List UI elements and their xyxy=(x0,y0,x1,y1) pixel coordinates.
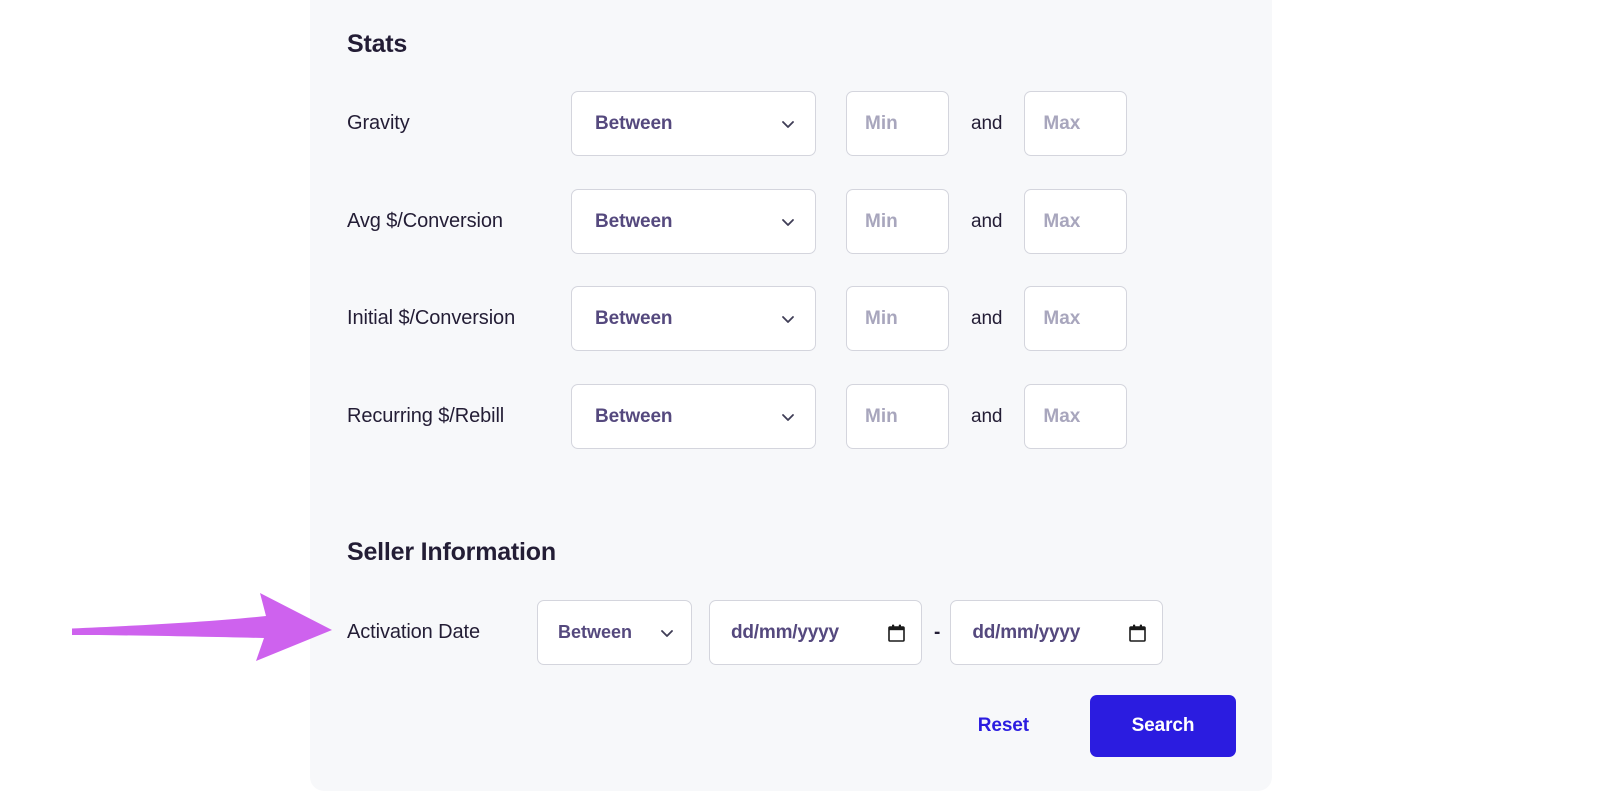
date-range-separator: - xyxy=(934,621,941,643)
stat-label-avg-conversion: Avg $/Conversion xyxy=(347,210,503,232)
reset-button[interactable]: Reset xyxy=(954,701,1053,751)
and-label: and xyxy=(971,210,1003,232)
stats-section-heading: Stats xyxy=(347,30,408,58)
min-input-initial-conversion-wrapper[interactable] xyxy=(846,286,949,351)
operator-select-gravity[interactable]: Between xyxy=(571,91,816,156)
activation-date-row: Activation Date Between dd/mm/yyyy - dd/… xyxy=(347,600,1164,665)
and-label: and xyxy=(971,405,1003,427)
operator-select-initial-conversion[interactable]: Between xyxy=(571,286,816,351)
stat-label-recurring-rebill: Recurring $/Rebill xyxy=(347,405,505,427)
min-input-recurring-rebill[interactable] xyxy=(865,405,930,428)
end-date-placeholder: dd/mm/yyyy xyxy=(972,621,1081,643)
min-input-initial-conversion[interactable] xyxy=(865,307,930,330)
and-label: and xyxy=(971,112,1003,134)
max-input-initial-conversion[interactable] xyxy=(1043,307,1109,330)
max-input-gravity[interactable] xyxy=(1043,112,1109,135)
max-input-recurring-rebill[interactable] xyxy=(1043,405,1109,428)
chevron-down-icon xyxy=(657,623,677,643)
operator-value: Between xyxy=(595,112,673,134)
operator-value: Between xyxy=(595,210,673,232)
annotation-arrow xyxy=(70,585,336,665)
max-input-initial-conversion-wrapper[interactable] xyxy=(1024,286,1128,351)
calendar-icon[interactable] xyxy=(1129,624,1147,642)
chevron-down-icon xyxy=(778,212,798,232)
min-input-gravity[interactable] xyxy=(865,112,930,135)
operator-value: Between xyxy=(595,405,673,427)
max-input-recurring-rebill-wrapper[interactable] xyxy=(1024,384,1128,449)
seller-information-section-heading: Seller Information xyxy=(347,538,556,566)
and-label: and xyxy=(971,307,1003,329)
activation-date-label: Activation Date xyxy=(347,621,481,643)
activation-date-operator-select[interactable]: Between xyxy=(537,600,692,665)
chevron-down-icon xyxy=(778,407,798,427)
max-input-gravity-wrapper[interactable] xyxy=(1024,91,1128,156)
min-input-avg-conversion-wrapper[interactable] xyxy=(846,189,949,254)
stat-label-initial-conversion: Initial $/Conversion xyxy=(347,307,516,329)
min-input-avg-conversion[interactable] xyxy=(865,210,930,233)
operator-value: Between xyxy=(595,307,673,329)
operator-value: Between xyxy=(558,622,633,642)
activation-date-start-input[interactable]: dd/mm/yyyy xyxy=(709,600,922,665)
operator-select-recurring-rebill[interactable]: Between xyxy=(571,384,816,449)
max-input-avg-conversion-wrapper[interactable] xyxy=(1024,189,1128,254)
stat-row-avg-conversion: Avg $/Conversion Between and xyxy=(347,189,1237,254)
start-date-placeholder: dd/mm/yyyy xyxy=(731,621,839,643)
max-input-avg-conversion[interactable] xyxy=(1043,210,1109,233)
filter-panel: Stats Gravity Between and Avg $/Conversi… xyxy=(310,0,1272,791)
activation-date-end-input[interactable]: dd/mm/yyyy xyxy=(950,600,1164,665)
stat-label-gravity: Gravity xyxy=(347,112,410,134)
form-actions: Reset Search xyxy=(954,695,1236,757)
calendar-icon[interactable] xyxy=(888,624,905,642)
search-button[interactable]: Search xyxy=(1090,695,1236,757)
chevron-down-icon xyxy=(778,114,798,134)
operator-select-avg-conversion[interactable]: Between xyxy=(571,189,816,254)
min-input-recurring-rebill-wrapper[interactable] xyxy=(846,384,949,449)
stat-row-recurring-rebill: Recurring $/Rebill Between and xyxy=(347,384,1237,449)
chevron-down-icon xyxy=(778,309,798,329)
min-input-gravity-wrapper[interactable] xyxy=(846,91,949,156)
stat-row-initial-conversion: Initial $/Conversion Between and xyxy=(347,286,1237,351)
stat-row-gravity: Gravity Between and xyxy=(347,91,1237,156)
